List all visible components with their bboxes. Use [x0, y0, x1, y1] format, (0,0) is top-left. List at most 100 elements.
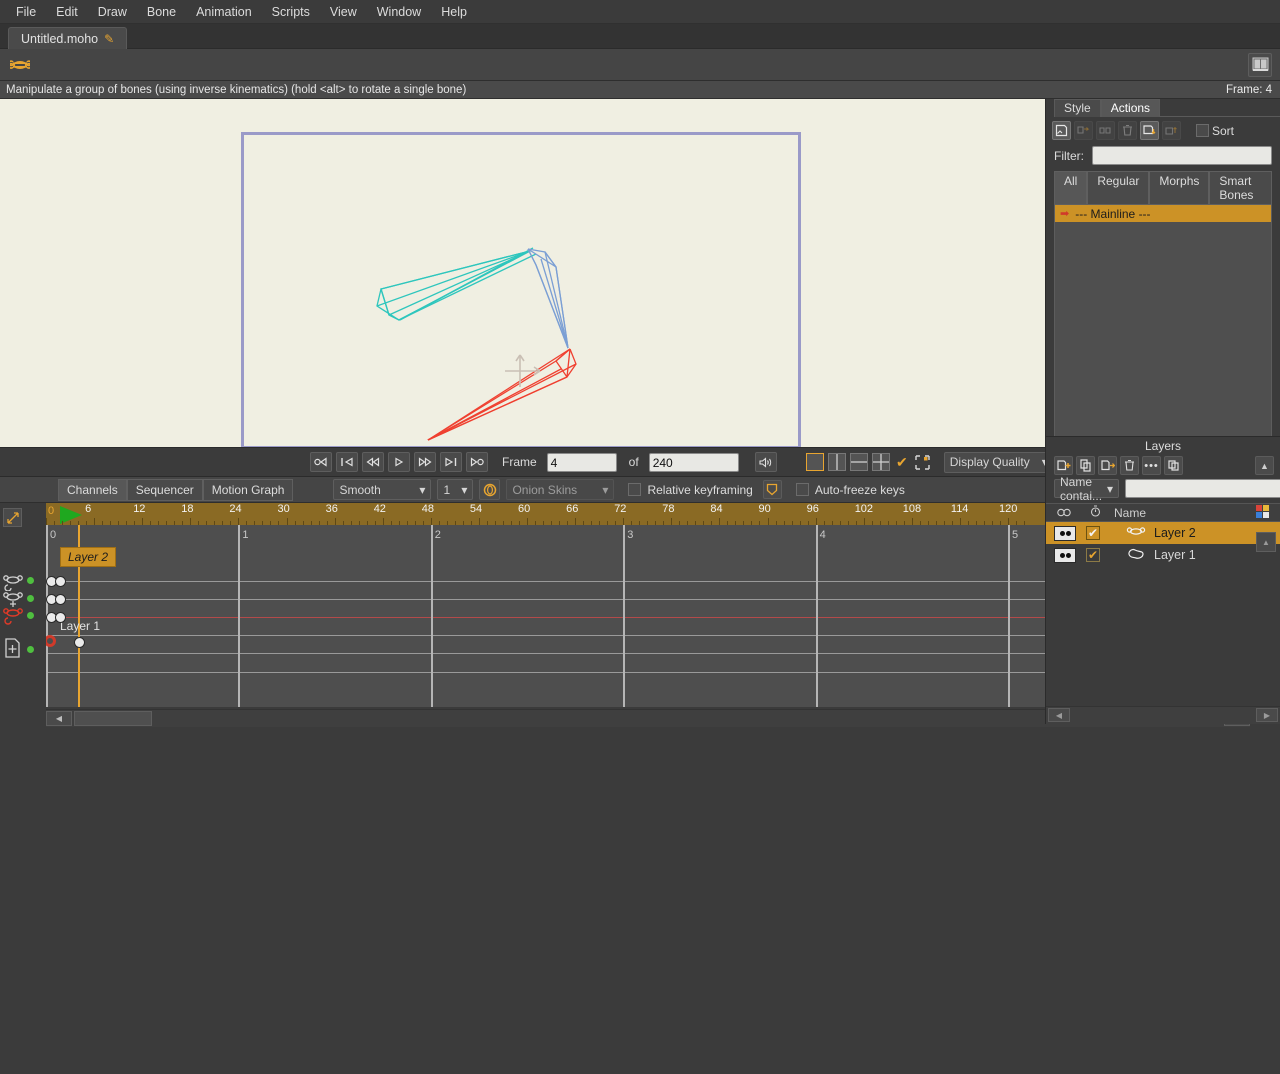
menu-item-help[interactable]: Help — [431, 2, 477, 22]
ruler-tick-label: 36 — [325, 503, 338, 515]
menu-item-animation[interactable]: Animation — [186, 2, 262, 22]
keyframe-dot[interactable] — [55, 594, 66, 605]
chevron-up-icon[interactable]: ▲ — [1255, 456, 1274, 475]
delete-layer-icon[interactable] — [1120, 456, 1139, 475]
auto-freeze-checkbox[interactable] — [795, 483, 809, 496]
more-options-icon[interactable]: ••• — [1142, 456, 1161, 475]
action-list: ➡ --- Mainline --- — [1054, 205, 1272, 447]
split-horizontal-icon[interactable] — [850, 453, 868, 471]
segment-all[interactable]: All — [1054, 171, 1088, 205]
tab-sequencer[interactable]: Sequencer — [126, 478, 203, 501]
layer-checkbox[interactable]: ✔ — [1086, 548, 1100, 562]
document-tab-bar: Untitled.moho ✎ — [0, 24, 1280, 49]
layer-checkbox[interactable]: ✔ — [1086, 526, 1100, 540]
layers-hscrollbar[interactable]: ◀ ▶ — [1046, 706, 1280, 724]
second-marker-label: 5 — [1012, 529, 1019, 541]
insert-action-icon[interactable] — [1140, 121, 1159, 140]
timeline-layer-tag-2[interactable]: Layer 2 — [60, 547, 117, 567]
onion-skins-dropdown[interactable]: Onion Skins ▾ — [506, 479, 615, 500]
keyframe-dot-start[interactable] — [46, 635, 56, 647]
document-tab[interactable]: Untitled.moho ✎ — [8, 27, 128, 49]
new-action-icon[interactable] — [1052, 121, 1071, 140]
frame-field-label: Frame — [502, 455, 537, 469]
display-quality-dropdown[interactable]: Display Quality ▾ — [943, 451, 1054, 473]
ruler-tick-label: 120 — [999, 503, 1018, 515]
view-checkbox-check[interactable]: ✔ — [896, 454, 908, 471]
segment-morphs[interactable]: Morphs — [1149, 171, 1210, 205]
duplicate-layer-icon[interactable] — [1076, 456, 1095, 475]
fast-forward-icon[interactable] — [414, 452, 436, 472]
bone-icon[interactable] — [8, 53, 32, 77]
channel-enabled-dot — [27, 646, 34, 653]
skip-to-start-icon[interactable] — [310, 452, 332, 472]
menu-item-file[interactable]: File — [6, 2, 46, 22]
group-layers-icon[interactable] — [1164, 456, 1183, 475]
filter-input[interactable] — [1092, 146, 1272, 165]
keyframe-dot[interactable] — [55, 612, 66, 623]
book-icon[interactable] — [1248, 52, 1272, 77]
timeline-mode-tabs: Channels Sequencer Motion Graph — [58, 478, 294, 501]
crop-icon[interactable] — [914, 453, 932, 471]
delete-action-icon[interactable] — [1118, 121, 1137, 140]
jump-to-start-icon[interactable] — [336, 452, 358, 472]
segment-smart-bones[interactable]: Smart Bones — [1209, 171, 1272, 205]
tab-style[interactable]: Style — [1054, 99, 1101, 117]
relative-keyframing-checkbox[interactable] — [628, 483, 642, 496]
ruler-tick-label: 60 — [518, 503, 531, 515]
extract-action-icon[interactable] — [1162, 121, 1181, 140]
layer-search-input[interactable] — [1125, 479, 1280, 498]
layers-scroll-left-button[interactable]: ◀ — [1048, 708, 1070, 722]
interp-count-dropdown[interactable]: 1 ▾ — [437, 479, 474, 500]
visibility-toggle[interactable] — [1054, 525, 1076, 541]
timeline-layer-label-1: Layer 1 — [60, 619, 101, 633]
color-swatch-icon[interactable] — [1256, 504, 1280, 521]
canvas-workspace[interactable] — [0, 99, 1045, 447]
rewind-icon[interactable] — [362, 452, 384, 472]
speaker-icon[interactable] — [754, 452, 777, 472]
jump-to-end-icon[interactable] — [440, 452, 462, 472]
layer-row-layer-2[interactable]: ✔ Layer 2 — [1046, 522, 1280, 544]
quad-view-icon[interactable] — [872, 453, 890, 471]
layer-row-layer-1[interactable]: ✔ Layer 1 — [1046, 544, 1280, 566]
menu-item-window[interactable]: Window — [367, 2, 431, 22]
two-view-icon[interactable] — [828, 453, 846, 471]
total-frames-input[interactable]: 240 — [648, 452, 739, 472]
export-layer-icon[interactable] — [1098, 456, 1117, 475]
shield-icon[interactable] — [762, 480, 782, 499]
skip-to-end-icon[interactable] — [466, 452, 488, 472]
tab-channels[interactable]: Channels — [58, 478, 127, 501]
menu-item-draw[interactable]: Draw — [88, 2, 137, 22]
search-mode-dropdown[interactable]: Name contai... ▾ — [1054, 475, 1120, 503]
tab-actions[interactable]: Actions — [1100, 99, 1161, 117]
ruler-tick-label: 12 — [133, 503, 146, 515]
interpolation-dropdown[interactable]: Smooth ▾ — [333, 479, 432, 500]
single-view-icon[interactable] — [806, 453, 824, 471]
duplicate-action-icon[interactable] — [1074, 121, 1093, 140]
ruler-tick-mark — [190, 518, 192, 525]
action-row-mainline[interactable]: ➡ --- Mainline --- — [1055, 205, 1271, 222]
action-filter-segments: All Regular Morphs Smart Bones — [1046, 171, 1280, 205]
tab-motion-graph[interactable]: Motion Graph — [202, 478, 294, 501]
segment-regular[interactable]: Regular — [1087, 171, 1150, 205]
onion-skin-icon[interactable] — [479, 479, 501, 500]
sort-checkbox[interactable] — [1196, 124, 1209, 137]
layers-search-row: Name contai... ▾ — [1046, 475, 1280, 503]
visibility-toggle[interactable] — [1054, 547, 1076, 563]
frame-input[interactable]: 4 — [546, 452, 617, 472]
add-layer-icon[interactable] — [1054, 456, 1073, 475]
play-icon[interactable] — [388, 452, 410, 472]
menu-item-scripts[interactable]: Scripts — [262, 2, 320, 22]
menu-item-view[interactable]: View — [320, 2, 367, 22]
link-action-icon[interactable] — [1096, 121, 1115, 140]
layers-scroll-up-button[interactable]: ▲ — [1256, 532, 1276, 552]
layers-scroll-right-button[interactable]: ▶ — [1256, 708, 1278, 722]
expand-timeline-icon[interactable] — [3, 508, 22, 527]
ruler-tick-label: 24 — [229, 503, 242, 515]
menu-item-bone[interactable]: Bone — [137, 2, 186, 22]
name-column-label: Name — [1114, 505, 1147, 520]
menu-item-edit[interactable]: Edit — [46, 2, 88, 22]
keyframe-dot[interactable] — [55, 576, 66, 587]
ruler-tick-label: 90 — [758, 503, 771, 515]
keyframe-dot[interactable] — [74, 637, 85, 648]
second-marker-label: 2 — [434, 529, 441, 541]
